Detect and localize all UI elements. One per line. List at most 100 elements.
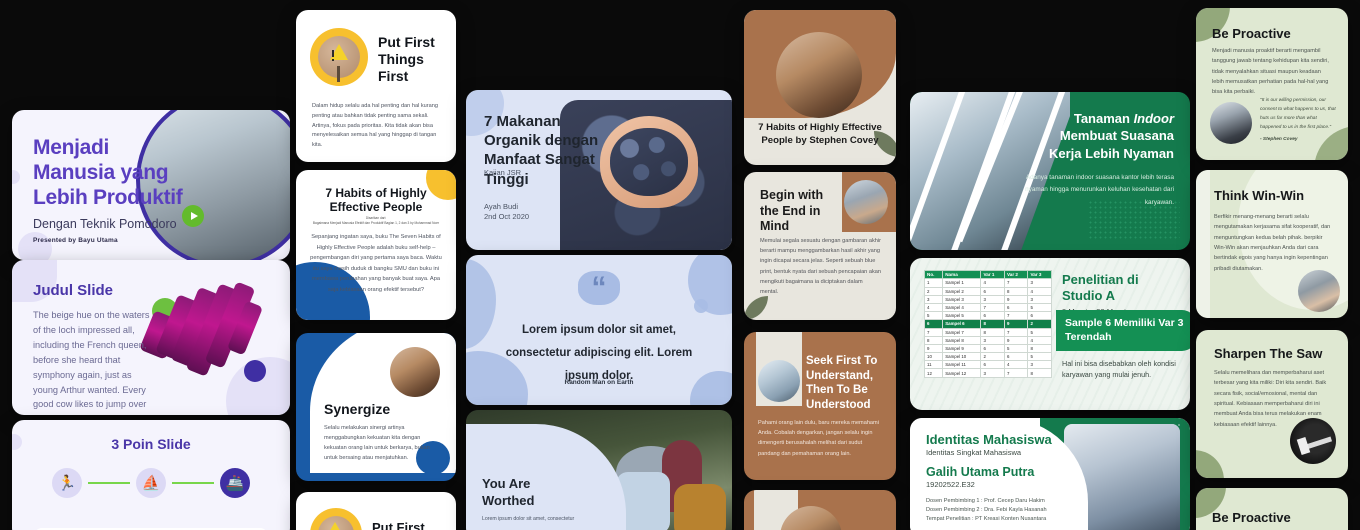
slide-card-7-habits-intro[interactable]: 7 Habits of Highly Effective People Disa…	[296, 170, 456, 320]
table-cell: 2	[1027, 319, 1052, 329]
table-cell: 5	[923, 311, 944, 321]
detail-line: Dosen Pembimbing 1 : Prof. Cecep Daru Ha…	[926, 498, 1045, 504]
slide-card-3-poin[interactable]: 3 Poin Slide 🏃 ⛵ 🚢 Poin 1 With tenure, S…	[12, 420, 290, 530]
table-cell: 3	[980, 294, 1005, 304]
table-row: 12 Sampel 12 3 7 8	[923, 368, 1052, 378]
slide-card-seek-first-to-understand[interactable]: Seek First To Understand, Then To Be Und…	[744, 332, 896, 480]
slide-card-penelitian-studio-a[interactable]: No. Nama Var 1 Var 2 Var 3 1 Sampel 1 4 7 3 2 Samp…	[910, 258, 1190, 410]
table-row: 4 Sampel 4765	[923, 302, 1052, 313]
table-cell: 3	[1027, 294, 1052, 304]
slide-body: Sepanjang ingatan saya, buku The Seven H…	[310, 234, 442, 293]
slide-card-tanaman-indoor[interactable]: Tanaman Indoor Membuat Suasana Kerja Leb…	[910, 92, 1190, 250]
slide-card-menjadi-manusia[interactable]: Menjadi Manusia yang Lebih Produktif Den…	[12, 110, 290, 260]
slide-title: 7 Habits of Highly Effective People	[325, 186, 427, 215]
photo-hands-together	[390, 347, 440, 397]
table-cell: 1	[923, 278, 944, 288]
slide-title: Menjadi Manusia yang Lebih Produktif	[33, 136, 183, 209]
slide-title: Begin with the End in Mind	[760, 188, 824, 234]
table-cell: 2	[980, 352, 1005, 362]
slide-card-makanan-organik[interactable]: 7 Makanan Organik dengan Manfaat Sangat …	[466, 90, 732, 250]
table-cell: 9	[1003, 319, 1029, 329]
slide-card-you-are-worthed[interactable]: You Are Worthed Lorem ipsum dolor sit am…	[466, 410, 732, 530]
slide-card-brown-partial[interactable]	[744, 490, 896, 530]
slide-subtitle: Dengan Teknik Pomodoro	[33, 217, 177, 232]
slide-card-put-first-things-first[interactable]: Put First Things First Dalam hidup selal…	[296, 10, 456, 162]
table-row: 10 Sampel 10 2 6 5	[923, 352, 1052, 362]
table-cell: 2	[923, 286, 944, 296]
slide-card-be-proactive-partial[interactable]: Be Proactive	[1196, 488, 1348, 530]
table-cell: 7	[1003, 368, 1029, 378]
slide-credit: Random Man on Earth	[564, 379, 634, 386]
photo-two-people	[758, 360, 800, 402]
table-cell: 8	[1027, 368, 1052, 378]
slide-card-put-first-partial[interactable]: Put First	[296, 492, 456, 530]
slide-title-line2: Membuat Suasana	[1059, 128, 1174, 144]
table-cell: Sampel 6	[942, 319, 982, 329]
slide-title: Penelitian di Studio A	[1062, 272, 1139, 303]
slide-card-be-proactive[interactable]: Be Proactive Menjadi manusia proaktif be…	[1196, 8, 1348, 160]
slide-body: Lorem ipsum dolor sit amet, consectetur	[482, 516, 575, 522]
table-cell: 8	[923, 335, 944, 345]
table-header-cell: No.	[923, 269, 944, 280]
table-cell: 8	[980, 327, 1005, 337]
slide-quote: "It is our willing permission, our conse…	[1260, 97, 1336, 130]
table-cell: 3	[1027, 278, 1052, 288]
quote-author: - Stephen Covey	[1260, 137, 1298, 142]
slide-card-quote[interactable]: “ Lorem ipsum dolor sit amet, consectetu…	[466, 255, 732, 405]
table-cell: Sampel 3	[942, 294, 982, 304]
slide-body: Selalu melakukan sinergi artinya menggab…	[324, 425, 430, 462]
slide-title: Sharpen The Saw	[1214, 346, 1323, 361]
slide-card-begin-with-the-end[interactable]: Begin with the End in Mind Memulai segal…	[744, 172, 896, 320]
slide-subtitle: Identitas Singkat Mahasiswa	[926, 448, 1022, 457]
slide-title: 7 Makanan Organik dengan Manfaat Sangat …	[484, 113, 599, 188]
slide-card-identitas-mahasiswa[interactable]: Identitas Mahasiswa Identitas Singkat Ma…	[910, 418, 1190, 530]
table-cell: 10	[923, 352, 944, 362]
slide-card-sharpen-the-saw[interactable]: Sharpen The Saw Selalu memelihara dan me…	[1196, 330, 1348, 478]
table-cell: 3	[923, 294, 944, 304]
table-cell: 6	[980, 360, 1005, 370]
table-cell: 8	[1027, 343, 1052, 354]
table-cell: Sampel 10	[942, 352, 982, 362]
table-cell: Sampel 9	[942, 343, 982, 354]
detail-line: Tempat Penelitian : PT Kreasi Konten Nus…	[926, 516, 1047, 522]
photo-teamwork-hands	[776, 32, 862, 118]
slide-title: Seek First To Understand, Then To Be Und…	[806, 355, 878, 412]
table-header-cell: Var 3	[1027, 269, 1052, 280]
table-cell: Sampel 11	[942, 360, 982, 370]
student-nim: 19202522.E32	[926, 480, 975, 489]
table-cell: 9	[923, 343, 944, 354]
slide-card-7-habits-covey[interactable]: 7 Habits of Highly Effective People by S…	[744, 10, 896, 165]
slide-presenter: Presented by Bayu Utama	[33, 237, 118, 245]
table-cell: 3	[980, 335, 1005, 345]
table-cell: 6	[923, 319, 944, 329]
slide-card-think-win-win[interactable]: Think Win-Win Berfikir menang-menang ber…	[1196, 170, 1348, 318]
slide-card-synergize[interactable]: Synergize Selalu melakukan sinergi artin…	[296, 333, 456, 481]
table-cell: Sampel 8	[942, 335, 982, 345]
slide-card-judul-slide[interactable]: Judul Slide The beige hue on the waters …	[12, 260, 290, 415]
table-row: 8 Sampel 8394	[923, 335, 1052, 345]
table-cell: 4	[1003, 360, 1029, 370]
slide-title: Judul Slide	[33, 282, 114, 299]
table-cell: 11	[923, 360, 944, 370]
table-cell: 4	[980, 278, 1005, 288]
student-name: Galih Utama Putra	[926, 465, 1035, 479]
slide-credit-1: Disarikan dari:	[365, 216, 387, 220]
table-cell: 12	[923, 368, 944, 378]
table-cell: 7	[1003, 327, 1029, 337]
table-row: 6 Sampel 6892	[923, 319, 1052, 329]
table-cell: Sampel 1	[942, 278, 982, 288]
table-row: 3 Sampel 3393	[923, 294, 1052, 304]
table-cell: 6	[1003, 352, 1029, 362]
ship-icon: 🚢	[220, 468, 250, 498]
slide-author: Ayah Budi	[484, 202, 519, 211]
table-header-cell: Var 1	[980, 269, 1005, 280]
table-cell: 9	[1003, 294, 1029, 304]
table-cell: Sampel 7	[942, 327, 982, 337]
table-cell: 6	[1003, 302, 1029, 313]
slide-title: Put First Things First	[378, 34, 435, 84]
detail-line: Dosen Pembimbing 2 : Dra. Febi Kayla Has…	[926, 507, 1047, 513]
table-row: 9 Sampel 9658	[923, 343, 1052, 354]
photo-handshake	[1298, 270, 1340, 312]
runner-icon: 🏃	[52, 468, 82, 498]
table-cell: Sampel 2	[942, 286, 982, 296]
